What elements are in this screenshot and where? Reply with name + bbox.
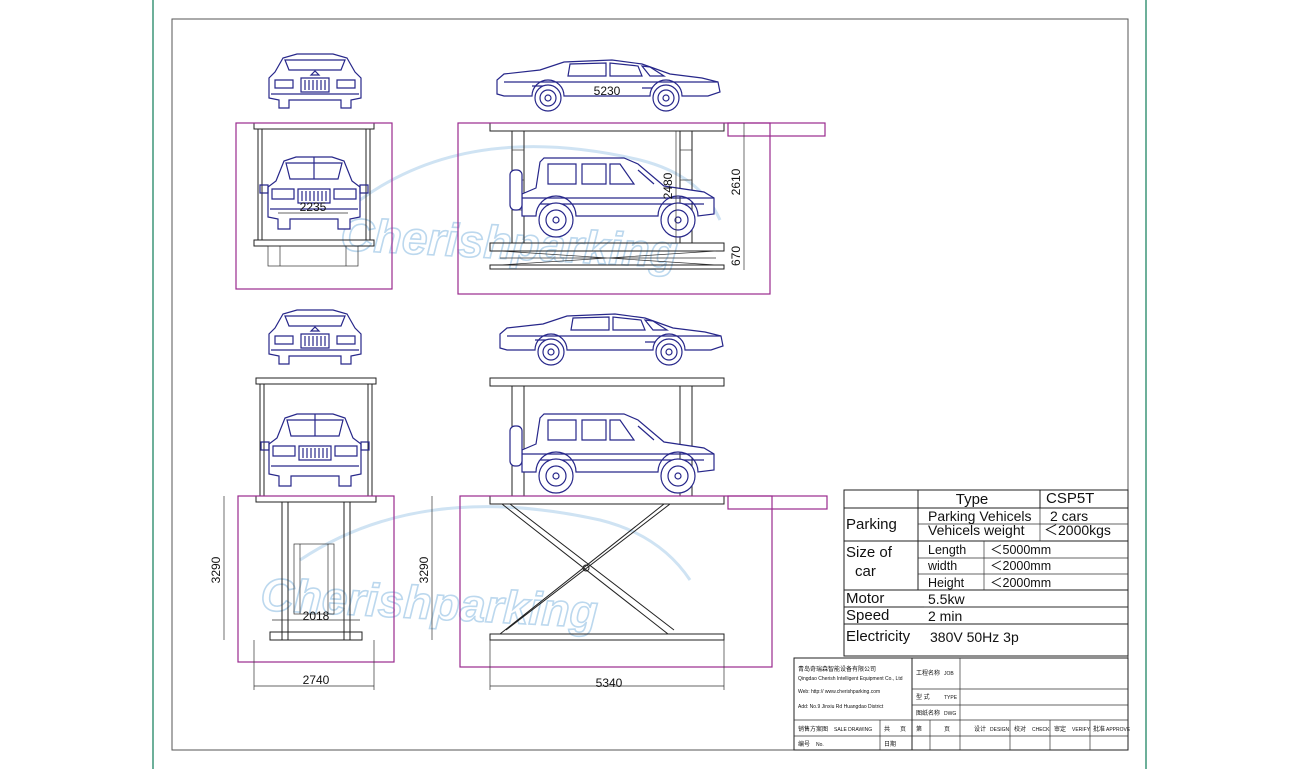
dim-top-side-length: 5230 xyxy=(594,84,621,98)
svg-text:第: 第 xyxy=(916,725,922,733)
svg-text:CHECK: CHECK xyxy=(1032,727,1050,733)
height-label: Height xyxy=(928,576,965,590)
svg-text:TYPE: TYPE xyxy=(944,695,958,701)
parking-lift-drawing: Cherishparking Cherishparking 2235 5230 … xyxy=(152,0,1147,769)
svg-text:编号: 编号 xyxy=(798,740,810,748)
length-value: ＜5000mm xyxy=(990,543,1051,557)
width-label: width xyxy=(927,559,957,573)
watermark: Cherishparking Cherishparking xyxy=(259,145,722,638)
svg-text:Web: http:// www.cherishparkin: Web: http:// www.cherishparking.com xyxy=(798,689,880,695)
electricity-label: Electricity xyxy=(846,628,911,645)
motor-label: Motor xyxy=(846,590,884,607)
svg-text:校对: 校对 xyxy=(1014,725,1026,733)
svg-text:APPROVE: APPROVE xyxy=(1106,727,1131,733)
type-label: Type xyxy=(956,491,989,508)
svg-text:Add: No.9 Jinxiu Rd Huangdao D: Add: No.9 Jinxiu Rd Huangdao District xyxy=(798,704,884,710)
speed-label: Speed xyxy=(846,607,889,624)
svg-text:设计: 设计 xyxy=(974,725,986,733)
svg-text:JOB: JOB xyxy=(944,671,954,677)
vehicles-weight-value: ＜2000kgs xyxy=(1044,522,1111,538)
svg-text:批准: 批准 xyxy=(1093,725,1105,733)
speed-value: 2 min xyxy=(928,608,962,624)
svg-text:VERIFY: VERIFY xyxy=(1072,727,1091,733)
svg-text:No.: No. xyxy=(816,742,824,748)
dim-top-front-width: 2235 xyxy=(300,200,327,214)
dim-front-width: 2740 xyxy=(303,673,330,687)
dim-top-total-height: 2610 xyxy=(729,168,743,195)
svg-text:共: 共 xyxy=(884,725,890,733)
dim-inner-width: 2018 xyxy=(303,609,330,623)
svg-text:工程名称: 工程名称 xyxy=(916,669,940,677)
size-label-2: car xyxy=(855,563,876,580)
svg-text:页: 页 xyxy=(900,726,906,733)
side-view-raised: 3290 5340 xyxy=(417,313,828,690)
title-block: 青岛奇瑞森智能设备有限公司 Qingdao Cherish Intelligen… xyxy=(793,657,1131,751)
dim-front-height: 3290 xyxy=(209,556,223,583)
length-label: Length xyxy=(928,543,966,557)
spec-table: Type CSP5T Parking Parking Vehicels 2 ca… xyxy=(843,489,1129,657)
svg-text:型 式: 型 式 xyxy=(916,693,930,701)
dim-pit-depth: 670 xyxy=(729,246,743,266)
front-view-raised: 3290 2018 2740 xyxy=(209,309,395,690)
dim-side-length: 5340 xyxy=(596,676,623,690)
size-label-1: Size of xyxy=(846,544,893,561)
svg-text:DESIGN: DESIGN xyxy=(990,727,1010,733)
svg-text:审定: 审定 xyxy=(1054,725,1066,733)
height-value: ＜2000mm xyxy=(990,576,1051,590)
svg-text:SALE DRAWING: SALE DRAWING xyxy=(834,727,872,733)
svg-text:青岛奇瑞森智能设备有限公司: 青岛奇瑞森智能设备有限公司 xyxy=(798,665,876,673)
motor-value: 5.5kw xyxy=(928,591,965,607)
dim-side-height: 3290 xyxy=(417,556,431,583)
svg-text:Qingdao Cherish Intelligent Eq: Qingdao Cherish Intelligent Equipment Co… xyxy=(798,676,903,682)
type-value: CSP5T xyxy=(1046,490,1094,507)
svg-text:页: 页 xyxy=(944,726,950,733)
dim-top-clearance: 2480 xyxy=(661,172,675,199)
svg-text:日期: 日期 xyxy=(884,740,896,748)
svg-text:图纸名称: 图纸名称 xyxy=(916,709,940,717)
svg-text:DWG: DWG xyxy=(944,711,956,717)
parking-label: Parking xyxy=(846,516,897,533)
vehicles-weight-label: Vehicels weight xyxy=(928,522,1025,538)
electricity-value: 380V 50Hz 3p xyxy=(930,629,1019,645)
svg-text:销售方案图: 销售方案图 xyxy=(798,725,828,733)
width-value: ＜2000mm xyxy=(990,559,1051,573)
